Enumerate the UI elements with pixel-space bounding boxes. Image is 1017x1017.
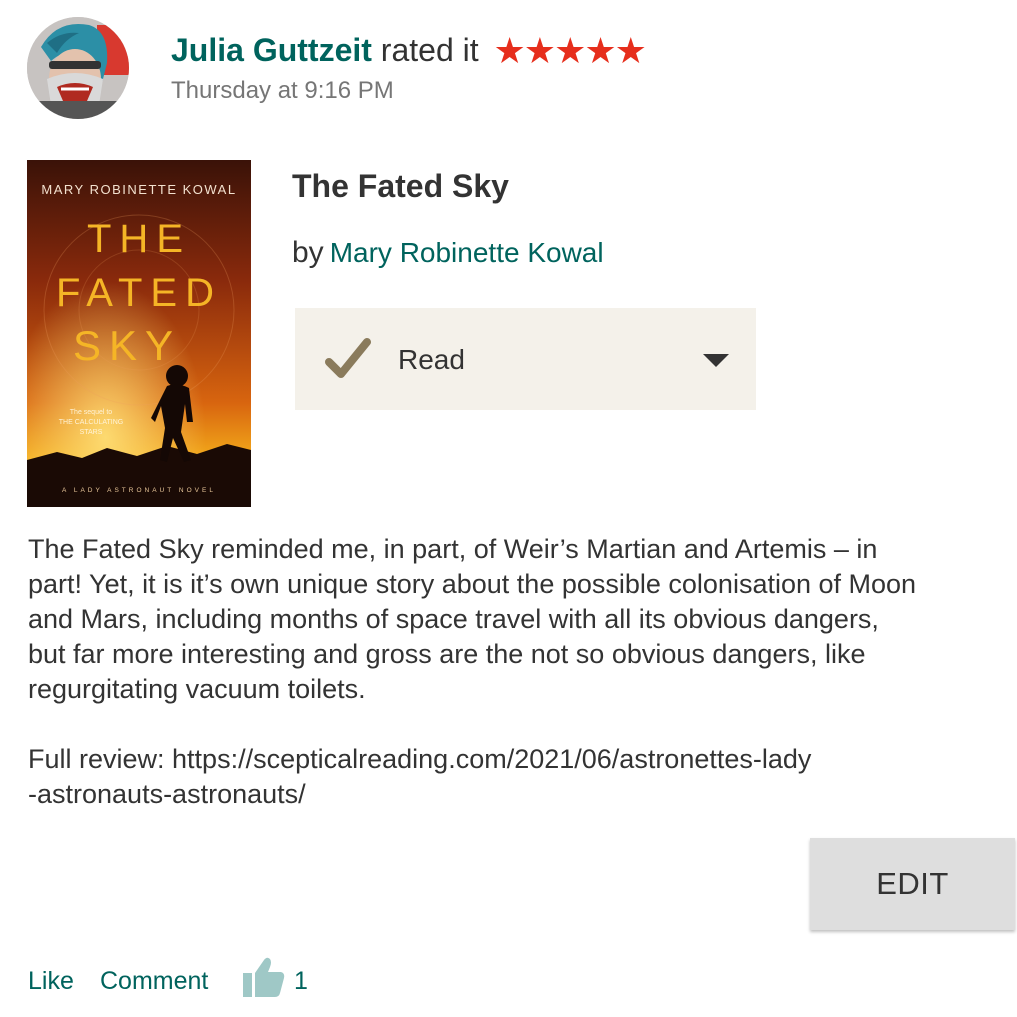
like-link[interactable]: Like bbox=[28, 964, 74, 998]
cover-tagline-3: STARS bbox=[80, 429, 103, 436]
cover-tagline-2: THE CALCULATING bbox=[59, 419, 123, 426]
cover-title-2: FATED bbox=[56, 271, 222, 315]
shelf-label: Read bbox=[398, 344, 465, 375]
cover-title-3: SKY bbox=[73, 322, 181, 369]
action-text: rated it bbox=[380, 32, 479, 68]
caret-down-icon bbox=[703, 354, 729, 367]
comment-link[interactable]: Comment bbox=[100, 964, 208, 998]
avatar-image bbox=[27, 17, 129, 119]
byline: by Mary Robinette Kowal bbox=[292, 234, 604, 272]
review-body: The Fated Sky reminded me, in part, of W… bbox=[28, 534, 917, 704]
edit-button[interactable]: EDIT bbox=[810, 838, 1015, 930]
user-name-link[interactable]: Julia Guttzeit bbox=[171, 32, 372, 68]
cover-tagline-1: The sequel to bbox=[70, 409, 113, 416]
user-avatar[interactable] bbox=[27, 17, 129, 119]
thumbs-up-icon[interactable] bbox=[241, 956, 285, 998]
book-cover-art: MARY ROBINETTE KOWAL THE FATED SKY The s… bbox=[27, 160, 251, 507]
shelf-dropdown-button[interactable]: Read bbox=[295, 308, 756, 410]
cover-title-1: THE bbox=[87, 217, 191, 261]
rating-stars: ★★★★★ bbox=[493, 30, 647, 71]
check-icon bbox=[325, 338, 371, 378]
cover-series: A LADY ASTRONAUT NOVEL bbox=[62, 487, 216, 494]
cover-author: MARY ROBINETTE KOWAL bbox=[41, 182, 236, 197]
full-review-link[interactable]: Full review: https://scepticalreading.co… bbox=[28, 742, 1017, 812]
timestamp-link[interactable]: Thursday at 9:16 PM bbox=[171, 76, 394, 106]
book-cover[interactable]: MARY ROBINETTE KOWAL THE FATED SKY The s… bbox=[27, 160, 251, 507]
like-count: 1 bbox=[294, 967, 308, 995]
author-link[interactable]: Mary Robinette Kowal bbox=[330, 237, 604, 268]
by-label: by bbox=[292, 236, 324, 269]
update-header: Julia Guttzeit rated it ★★★★★ bbox=[171, 28, 647, 71]
book-title-link[interactable]: The Fated Sky bbox=[292, 166, 509, 206]
